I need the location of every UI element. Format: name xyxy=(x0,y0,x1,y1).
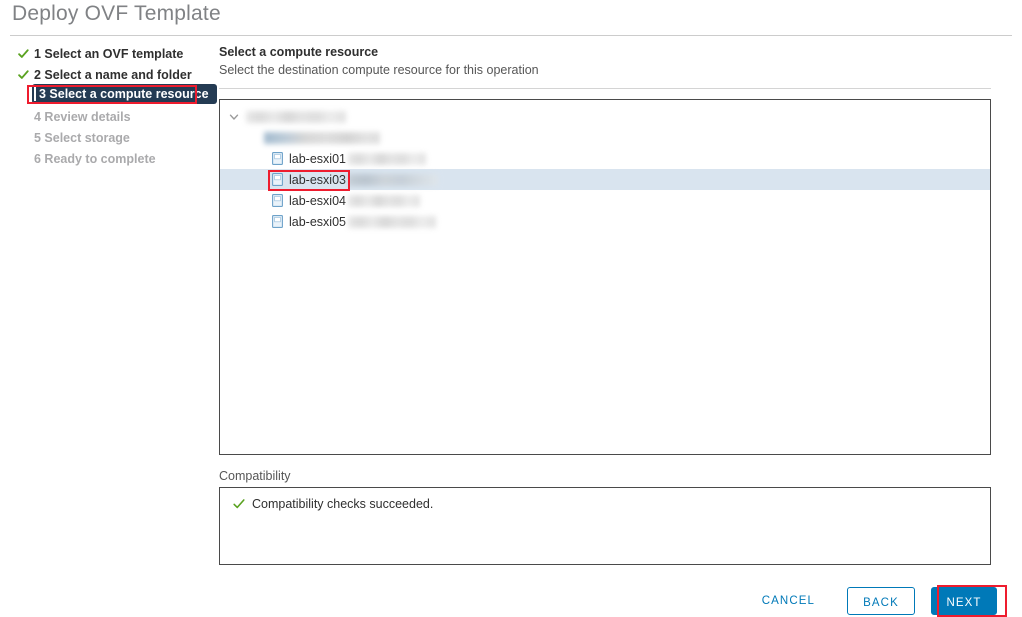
redacted-host-suffix xyxy=(347,194,420,207)
wizard-footer: CANCEL BACK NEXT xyxy=(0,585,1012,617)
redacted-host-suffix xyxy=(347,152,426,165)
host-icon xyxy=(272,173,283,186)
wizard-step-5[interactable]: 5 Select storage xyxy=(14,127,210,148)
wizard-step-1-label: 1 Select an OVF template xyxy=(34,46,184,61)
tree-row-host[interactable]: lab-esxi05 xyxy=(220,211,990,232)
wizard-step-1[interactable]: 1 Select an OVF template xyxy=(14,43,210,64)
host-name: lab-esxi05 xyxy=(289,214,346,229)
wizard-step-3[interactable]: 3 Select a compute resource xyxy=(14,84,217,106)
tree-row-datacenter[interactable] xyxy=(220,106,990,127)
tree-row-host-selected[interactable]: lab-esxi03 xyxy=(220,169,990,190)
back-button[interactable]: BACK xyxy=(847,587,915,615)
pane-title: Select a compute resource xyxy=(219,45,379,59)
compatibility-message-row: Compatibility checks succeeded. xyxy=(233,497,990,511)
tree-row-host[interactable]: lab-esxi04 xyxy=(220,190,990,211)
wizard-step-2-label: 2 Select a name and folder xyxy=(34,67,192,82)
compatibility-box: Compatibility checks succeeded. xyxy=(219,487,991,565)
host-name: lab-esxi01 xyxy=(289,151,346,166)
redacted-datacenter-name xyxy=(246,110,346,123)
tree-row-host[interactable]: lab-esxi01 xyxy=(220,148,990,169)
wizard-step-5-label: 5 Select storage xyxy=(34,130,130,145)
wizard-step-4[interactable]: 4 Review details xyxy=(14,106,210,127)
compatibility-label: Compatibility xyxy=(219,469,291,483)
host-icon xyxy=(272,194,283,207)
check-icon xyxy=(233,498,245,510)
cancel-button[interactable]: CANCEL xyxy=(752,587,825,615)
wizard-step-4-label: 4 Review details xyxy=(34,109,131,124)
pane-header: Select a compute resource Select the des… xyxy=(219,45,539,77)
wizard-step-3-label: 3 Select a compute resource xyxy=(32,84,217,104)
pane-divider xyxy=(219,88,991,89)
compute-resource-tree[interactable]: lab-esxi01 lab-esxi03 lab-esxi04 lab-esx… xyxy=(219,99,991,455)
title-divider xyxy=(10,35,1012,36)
page-title: Deploy OVF Template xyxy=(12,2,221,25)
check-icon xyxy=(18,69,29,80)
host-name: lab-esxi04 xyxy=(289,193,346,208)
wizard-step-2[interactable]: 2 Select a name and folder xyxy=(14,64,210,85)
tree-row-cluster[interactable] xyxy=(220,127,990,148)
host-icon xyxy=(272,215,283,228)
host-icon xyxy=(272,152,283,165)
compatibility-message: Compatibility checks succeeded. xyxy=(252,497,434,511)
redacted-cluster-name xyxy=(264,131,380,144)
next-button[interactable]: NEXT xyxy=(931,587,997,615)
wizard-steps: 1 Select an OVF template 2 Select a name… xyxy=(14,43,217,169)
pane-subtitle: Select the destination compute resource … xyxy=(219,63,539,77)
redacted-host-suffix xyxy=(347,215,436,228)
chevron-down-icon[interactable] xyxy=(228,111,240,123)
check-icon xyxy=(18,48,29,59)
host-name: lab-esxi03 xyxy=(289,172,346,187)
wizard-step-6[interactable]: 6 Ready to complete xyxy=(14,148,210,169)
wizard-step-6-label: 6 Ready to complete xyxy=(34,151,156,166)
redacted-host-suffix xyxy=(347,173,438,186)
